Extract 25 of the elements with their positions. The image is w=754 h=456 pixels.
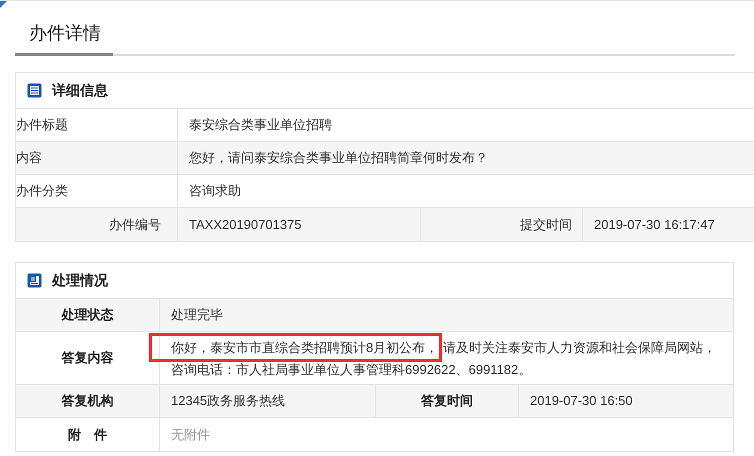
reply-text: 你好，泰安市市直综合类招聘预计8月初公布， 请及时关注泰安市人力资源和社会保障局网站，咨询电话：市人社局事业单位人事管理科6992622、6991182。 bbox=[171, 337, 729, 381]
panel-title: 详细信息 bbox=[52, 81, 108, 100]
field-value: 12345政务服务热线 bbox=[171, 392, 286, 410]
field-label: 办件编号 bbox=[109, 216, 161, 234]
field-value: 泰安综合类事业单位招聘 bbox=[189, 116, 332, 134]
field-label: 答复机构 bbox=[62, 392, 114, 410]
field-label: 处理状态 bbox=[62, 306, 114, 324]
page-tab[interactable]: 办件详情 bbox=[15, 20, 113, 56]
field-label: 办件标题 bbox=[16, 116, 68, 134]
field-value: 处理完毕 bbox=[171, 306, 223, 324]
panel-title: 处理情况 bbox=[52, 271, 108, 290]
document-icon bbox=[27, 83, 42, 98]
field-value: 无附件 bbox=[171, 426, 210, 444]
field-label: 提交时间 bbox=[520, 216, 572, 234]
field-label: 附 件 bbox=[68, 426, 107, 444]
field-value: 2019-07-30 16:50 bbox=[530, 392, 633, 410]
field-value: 2019-07-30 16:17:47 bbox=[594, 216, 715, 234]
field-value: 咨询求助 bbox=[189, 182, 241, 200]
field-label: 答复内容 bbox=[62, 349, 114, 368]
field-value: TAXX20190701375 bbox=[189, 216, 302, 234]
document-icon bbox=[27, 273, 42, 288]
field-label: 办件分类 bbox=[16, 182, 68, 200]
field-value: 您好，请问泰安综合类事业单位招聘简章何时发布？ bbox=[189, 149, 488, 168]
field-label: 答复时间 bbox=[421, 392, 473, 410]
field-label: 内容 bbox=[16, 149, 42, 168]
